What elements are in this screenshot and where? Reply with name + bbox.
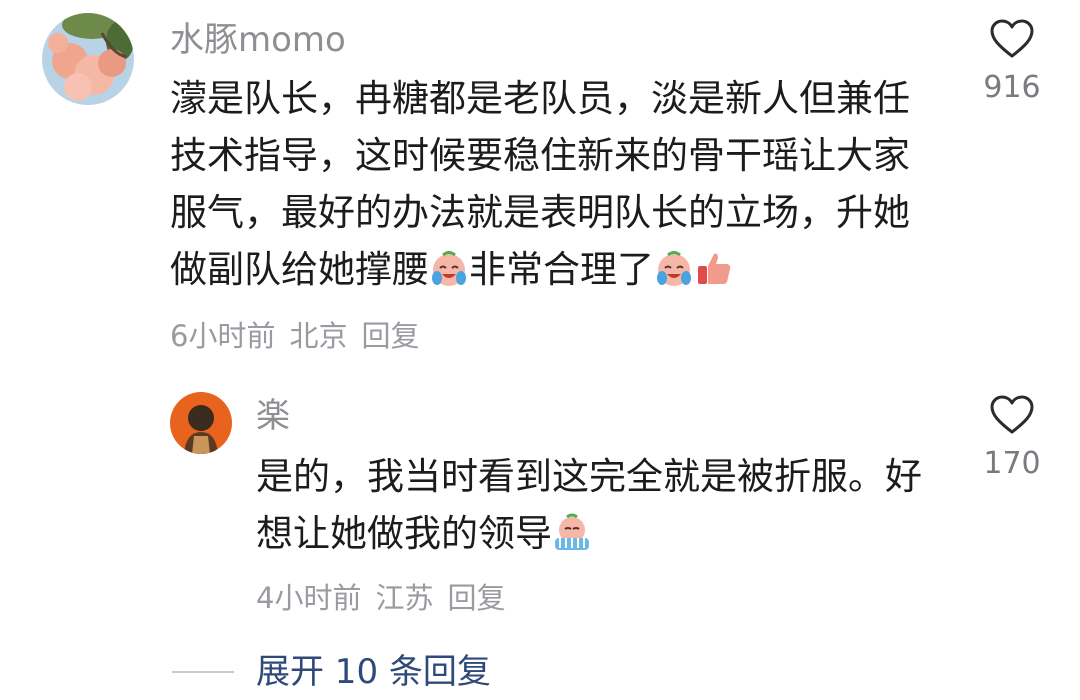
comment-item: 水豚momo 濛是队长，冉糖都是老队员，淡是新人但兼任 技术指导，这时候要稳住新… (0, 0, 1080, 380)
reply-time: 4小时前 (256, 581, 362, 615)
comment-location: 北京 (289, 319, 348, 353)
reply-text-line: 是的，我当时看到这完全就是被折服。好 (256, 455, 922, 498)
like-button[interactable]: 916 (972, 18, 1052, 106)
reply-text-segment: 想让她做我的领导 (256, 512, 552, 555)
avatar[interactable] (170, 392, 232, 454)
comment-text: 濛是队长，冉糖都是老队员，淡是新人但兼任 技术指导，这时候要稳住新来的骨干瑶让大… (170, 70, 910, 298)
avatar-flower-image (42, 13, 134, 105)
reply-location: 江苏 (375, 581, 434, 615)
reply-username[interactable]: 楽 (256, 396, 290, 436)
avatar-image (170, 392, 232, 454)
reply-text-line-2: 想让她做我的领导 (256, 505, 922, 562)
comment-text-line-4: 做副队给她撑腰 非常合理了 (170, 241, 910, 298)
like-button[interactable]: 170 (972, 394, 1052, 482)
heart-outline-icon[interactable] (989, 394, 1035, 436)
crying-laughing-emoji-icon (432, 251, 466, 286)
reply-item: 楽 是的，我当时看到这完全就是被折服。好 想让她做我的领导 4小时前 江苏 回复 1… (0, 380, 1080, 630)
comment-text-line: 技术指导，这时候要稳住新来的骨干瑶让大家 (170, 134, 910, 177)
avatar[interactable] (42, 13, 134, 105)
comment-username[interactable]: 水豚momo (170, 20, 346, 60)
comment-time: 6小时前 (170, 319, 276, 353)
like-count: 170 (983, 446, 1041, 481)
crying-emoji-icon (555, 513, 589, 550)
reply-meta: 4小时前 江苏 回复 (256, 580, 519, 616)
thumbs-up-icon (698, 253, 731, 284)
expand-replies-label[interactable]: 展开 10 条回复 (256, 650, 491, 694)
comment-text-line: 濛是队长，冉糖都是老队员，淡是新人但兼任 (170, 77, 910, 120)
heart-outline-icon[interactable] (989, 18, 1035, 60)
like-count: 916 (983, 70, 1041, 105)
reply-button[interactable]: 回复 (361, 319, 419, 353)
crying-laughing-emoji-icon (657, 251, 691, 286)
reply-button[interactable]: 回复 (447, 581, 505, 615)
comment-text-segment: 非常合理了 (469, 248, 654, 291)
reply-text: 是的，我当时看到这完全就是被折服。好 想让她做我的领导 (256, 448, 922, 562)
comment-meta: 6小时前 北京 回复 (170, 318, 433, 354)
comment-text-segment: 做副队给她撑腰 (170, 248, 429, 291)
comment-text-line: 服气，最好的办法就是表明队长的立场，升她 (170, 191, 910, 234)
divider (172, 671, 234, 673)
expand-replies-button[interactable]: 展开 10 条回复 (172, 650, 491, 694)
